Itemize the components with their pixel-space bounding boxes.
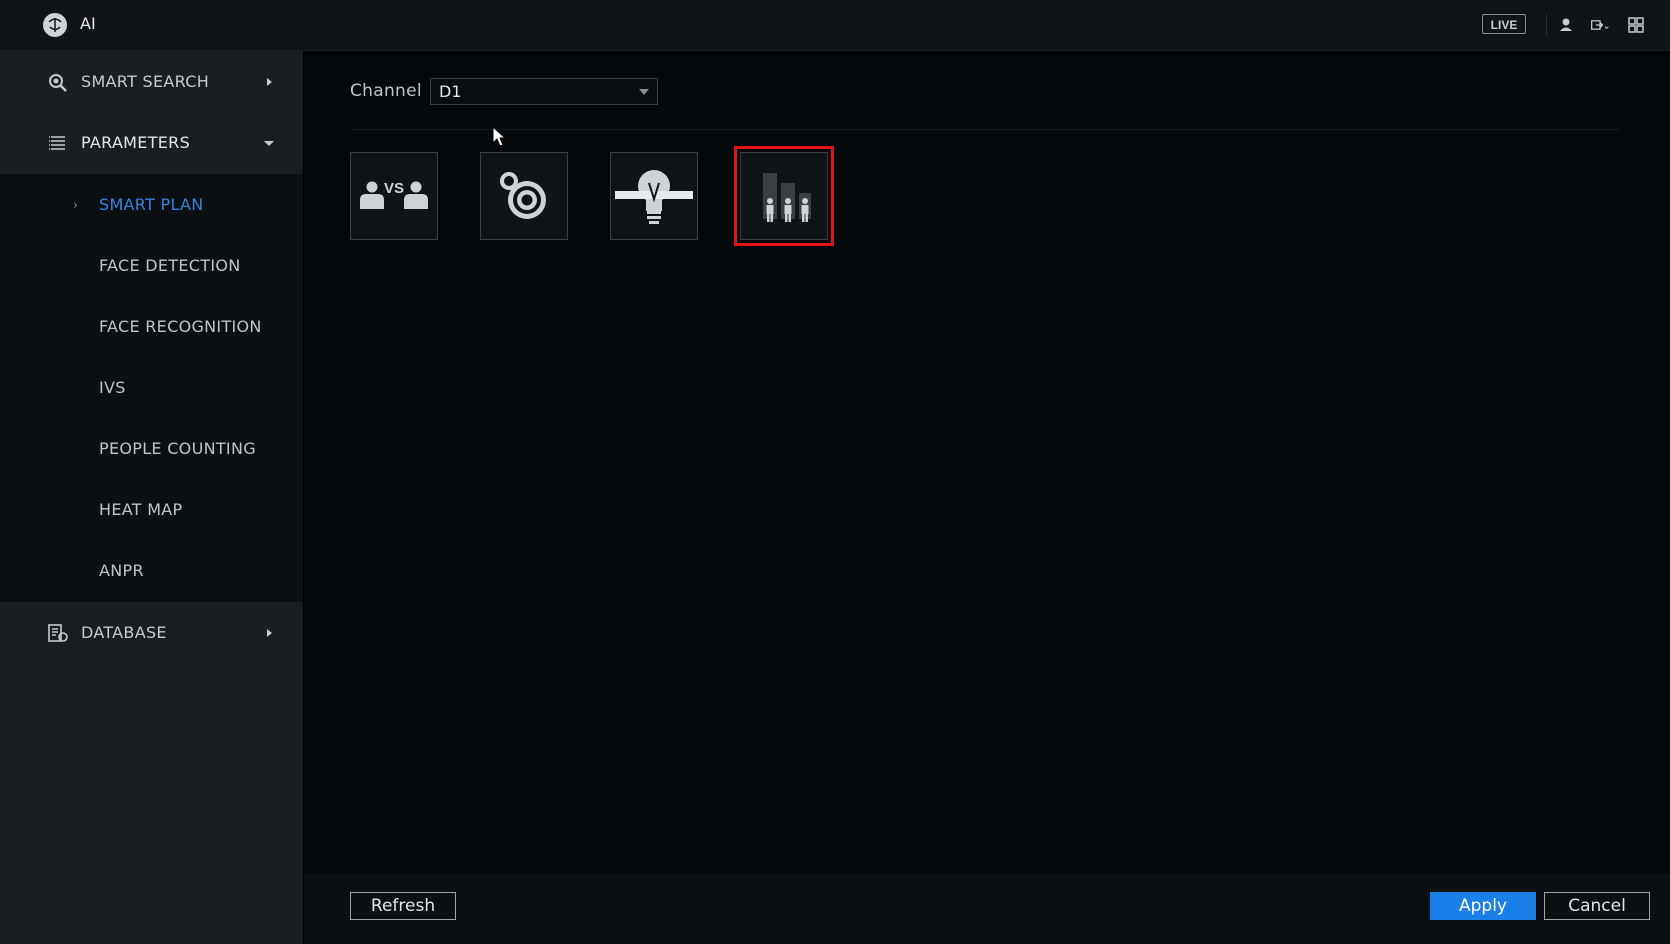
sidebar-subitem-label: SMART PLAN xyxy=(99,195,204,214)
channel-select[interactable]: D1 xyxy=(430,78,658,105)
sidebar-item-label: DATABASE xyxy=(81,623,167,642)
sidebar-item-label: PARAMETERS xyxy=(81,133,191,152)
people-counting-icon xyxy=(763,173,811,222)
sidebar-subitem-label: IVS xyxy=(99,378,126,397)
app-title: AI xyxy=(80,14,96,33)
list-icon xyxy=(49,135,65,150)
sidebar-subitem-label: PEOPLE COUNTING xyxy=(99,439,256,458)
top-bar: AI LIVE xyxy=(0,0,1670,51)
sidebar-item-heat-map[interactable]: HEAT MAP xyxy=(0,479,303,540)
sidebar-subitem-label: FACE DETECTION xyxy=(99,256,241,275)
chevron-right-icon: › xyxy=(73,197,78,212)
sidebar-item-people-counting[interactable]: PEOPLE COUNTING xyxy=(0,418,303,479)
cancel-button[interactable]: Cancel xyxy=(1544,892,1650,920)
smart-search-icon xyxy=(49,73,67,92)
channel-label: Channel xyxy=(350,81,422,101)
sidebar-item-database[interactable]: DATABASE xyxy=(0,602,303,663)
heat-bulb-icon xyxy=(615,170,693,224)
chevron-right-icon xyxy=(267,77,272,86)
sidebar-item-smart-search[interactable]: SMART SEARCH xyxy=(0,51,303,112)
main-panel: Channel D1 VS xyxy=(304,51,1670,944)
mouse-pointer-icon xyxy=(492,126,507,147)
divider xyxy=(350,129,1620,130)
apply-button[interactable]: Apply xyxy=(1430,892,1536,920)
top-divider xyxy=(1546,14,1547,36)
sidebar-item-smart-plan[interactable]: › SMART PLAN xyxy=(0,174,303,235)
sidebar-subitem-label: HEAT MAP xyxy=(99,500,183,519)
sidebar-subitem-label: FACE RECOGNITION xyxy=(99,317,262,336)
logout-dropdown-icon[interactable] xyxy=(1590,15,1610,35)
chevron-down-icon xyxy=(264,140,274,146)
sidebar-item-anpr[interactable]: ANPR xyxy=(0,540,303,601)
plan-people-counting-tile[interactable] xyxy=(734,146,834,246)
refresh-button[interactable]: Refresh xyxy=(350,892,456,920)
target-detect-icon xyxy=(500,172,546,219)
sidebar-item-parameters[interactable]: PARAMETERS xyxy=(0,112,303,173)
plan-heat-bulb-tile[interactable] xyxy=(610,152,698,240)
user-icon[interactable] xyxy=(1556,15,1576,35)
ai-brain-logo-icon xyxy=(43,13,67,37)
parameters-submenu: › SMART PLAN FACE DETECTION FACE RECOGNI… xyxy=(0,174,303,602)
channel-select-value: D1 xyxy=(439,82,462,101)
face-compare-icon: VS xyxy=(360,180,428,209)
chevron-right-icon xyxy=(267,628,272,637)
dropdown-arrow-icon xyxy=(639,89,649,95)
sidebar-subitem-label: ANPR xyxy=(99,561,144,580)
database-icon xyxy=(48,623,68,642)
sidebar: SMART SEARCH PARAMETERS › SMART PLAN FAC… xyxy=(0,51,303,944)
plan-target-detect-tile[interactable] xyxy=(480,152,568,240)
sidebar-item-label: SMART SEARCH xyxy=(81,72,210,91)
grid-menu-icon[interactable] xyxy=(1626,15,1646,35)
footer-bar: Refresh Apply Cancel xyxy=(304,873,1670,944)
sidebar-item-ivs[interactable]: IVS xyxy=(0,357,303,418)
live-view-button[interactable]: LIVE xyxy=(1482,14,1526,34)
svg-text:VS: VS xyxy=(384,180,404,197)
sidebar-item-face-recognition[interactable]: FACE RECOGNITION xyxy=(0,296,303,357)
sidebar-item-face-detection[interactable]: FACE DETECTION xyxy=(0,235,303,296)
plan-face-compare-tile[interactable]: VS xyxy=(350,152,438,240)
